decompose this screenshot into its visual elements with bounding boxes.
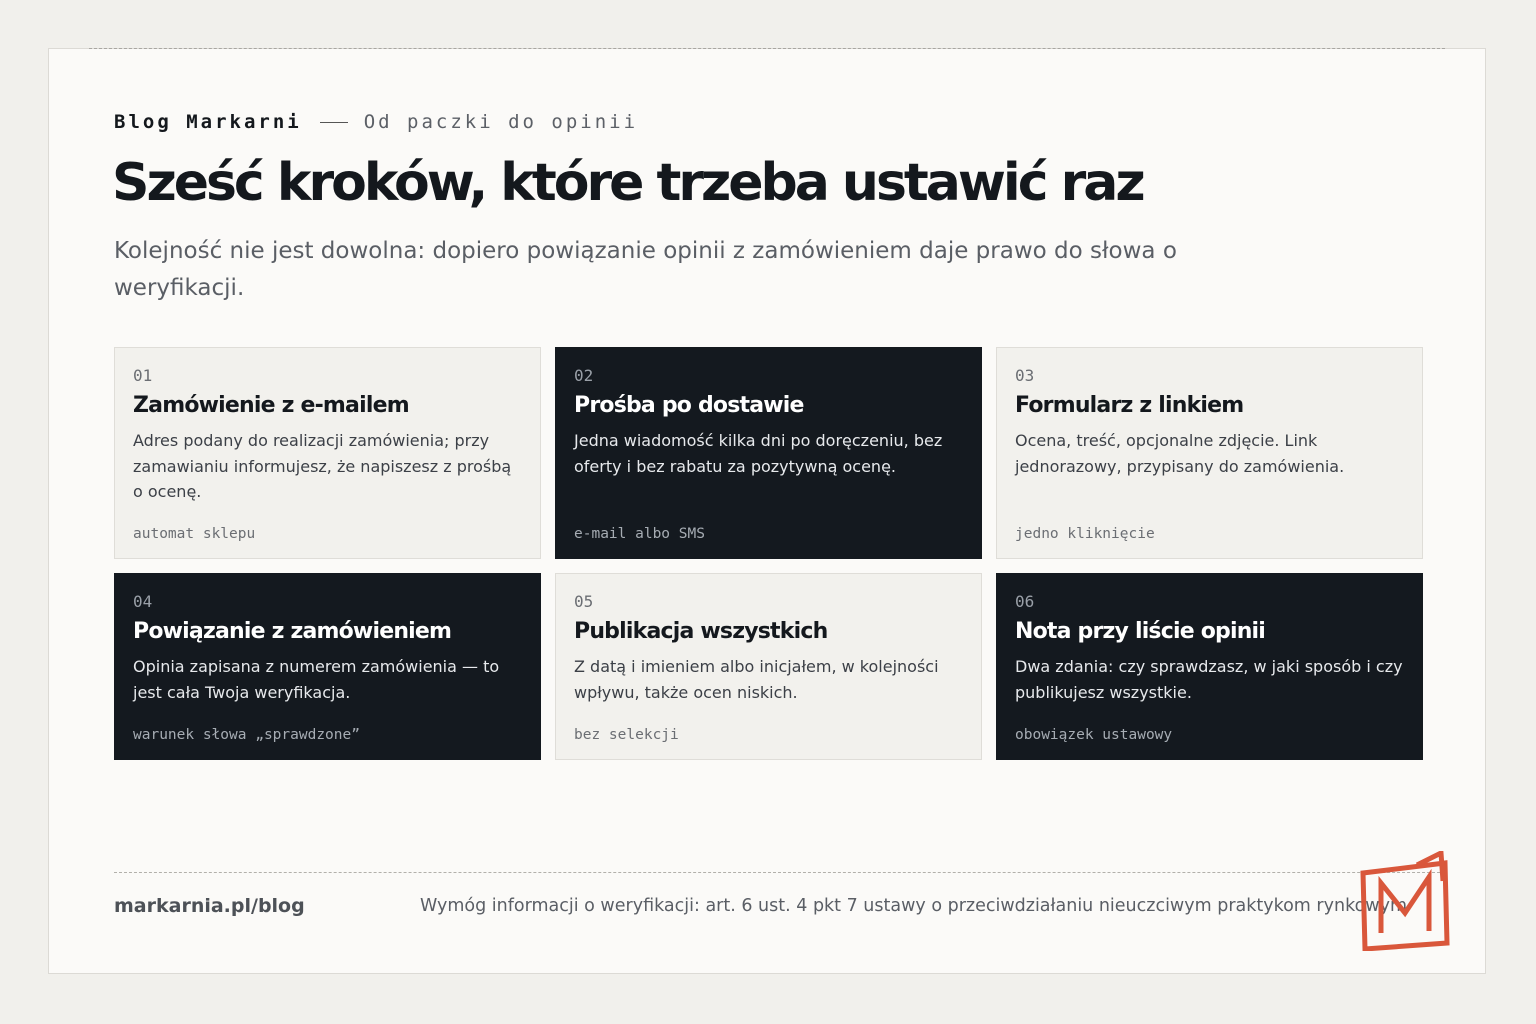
step-tag: warunek słowa „sprawdzone” (133, 727, 360, 743)
step-description: Opinia zapisana z numerem zamówienia — t… (133, 657, 500, 702)
series-label: Od paczki do opinii (363, 111, 639, 133)
step-description: Adres podany do realizacji zamówienia; p… (133, 431, 512, 501)
step-tag: obowiązek ustawowy (1015, 727, 1173, 743)
step-title: Nota przy liście opinii (1015, 619, 1266, 644)
legal-footnote: Wymóg informacji o weryfikacji: art. 6 u… (420, 896, 1407, 916)
step-title: Publikacja wszystkich (574, 619, 828, 644)
step-tag: e-mail albo SMS (574, 526, 705, 542)
step-description: Ocena, treść, opcjonalne zdjęcie. Link j… (1015, 431, 1345, 476)
kicker: Blog Markarni Od paczki do opinii (114, 111, 638, 133)
step-card-04: 04 Powiązanie z zamówieniem Opinia zapis… (114, 573, 541, 760)
step-title: Prośba po dostawie (574, 393, 804, 418)
step-number: 01 (133, 366, 153, 385)
step-tag: jedno kliknięcie (1015, 526, 1155, 542)
article-card: Blog Markarni Od paczki do opinii Sześć … (48, 48, 1486, 974)
step-description: Dwa zdania: czy sprawdzasz, w jaki sposó… (1015, 657, 1403, 702)
step-number: 02 (574, 366, 594, 385)
kicker-dash (319, 121, 348, 123)
step-card-05: 05 Publikacja wszystkich Z datą i imieni… (555, 573, 982, 760)
top-dashed-rule (89, 48, 1445, 49)
step-card-02: 02 Prośba po dostawie Jedna wiadomość ki… (555, 347, 982, 559)
step-card-06: 06 Nota przy liście opinii Dwa zdania: c… (996, 573, 1423, 760)
page-title: Sześć kroków, które trzeba ustawić raz (112, 153, 1146, 213)
step-title: Formularz z linkiem (1015, 393, 1244, 418)
step-description: Jedna wiadomość kilka dni po doręczeniu,… (574, 431, 943, 476)
step-title: Powiązanie z zamówieniem (133, 619, 452, 644)
step-card-03: 03 Formularz z linkiem Ocena, treść, opc… (996, 347, 1423, 559)
steps-grid: 01 Zamówienie z e-mailem Adres podany do… (114, 347, 1424, 761)
bottom-dashed-rule (114, 872, 1445, 873)
step-number: 05 (574, 592, 594, 611)
step-title: Zamówienie z e-mailem (133, 393, 410, 418)
step-number: 04 (133, 592, 153, 611)
step-number: 03 (1015, 366, 1035, 385)
lead-paragraph: Kolejność nie jest dowolna: dopiero powi… (114, 238, 1177, 301)
blog-url-link[interactable]: markarnia.pl/blog (114, 895, 305, 917)
step-description: Z datą i imieniem albo inicjałem, w kole… (574, 657, 939, 702)
step-tag: automat sklepu (133, 526, 256, 542)
markarnia-m-logo-icon (1360, 851, 1450, 951)
blog-brand: Blog Markarni (114, 111, 302, 133)
step-tag: bez selekcji (574, 727, 679, 743)
step-number: 06 (1015, 592, 1035, 611)
step-card-01: 01 Zamówienie z e-mailem Adres podany do… (114, 347, 541, 559)
